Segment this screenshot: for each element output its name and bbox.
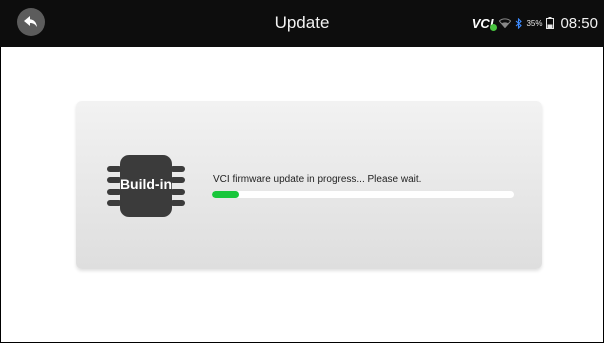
- update-message: VCI firmware update in progress... Pleas…: [213, 174, 422, 185]
- battery-percent: 35%: [526, 18, 543, 28]
- progress-fill: [212, 191, 240, 198]
- top-bar: Update VCI 35% 08:50: [0, 0, 604, 47]
- chip-icon: Build-in: [106, 153, 186, 219]
- clock: 08:50: [560, 14, 598, 32]
- vci-connected-dot: [490, 23, 498, 31]
- progress-bar: [212, 191, 514, 198]
- vci-indicator: VCI: [472, 16, 498, 31]
- bluetooth-icon: [516, 17, 523, 29]
- battery-icon: [546, 17, 555, 29]
- status-bar: VCI 35% 08:50: [472, 14, 598, 32]
- update-dialog: Build-in VCI firmware update in progress…: [76, 101, 542, 269]
- chip-label: Build-in: [119, 176, 173, 192]
- wifi-icon: [499, 18, 512, 28]
